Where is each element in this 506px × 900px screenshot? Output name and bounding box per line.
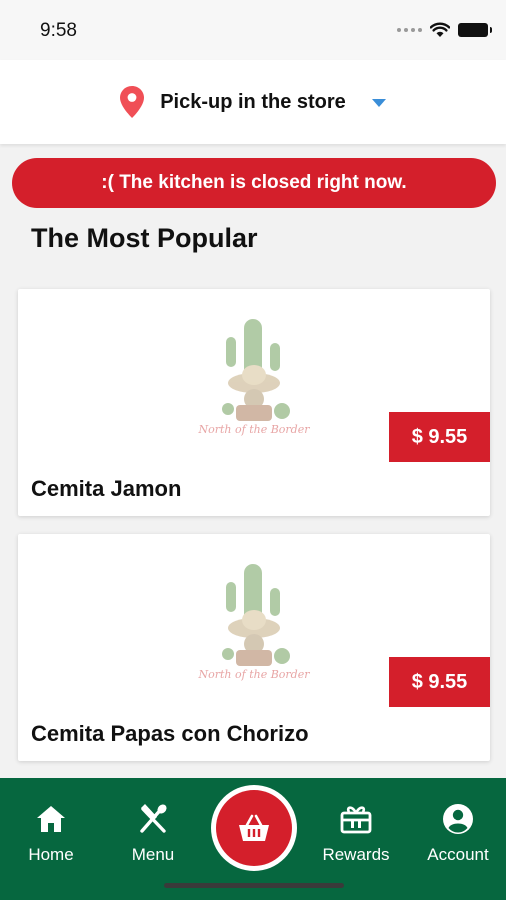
home-indicator [164, 883, 344, 888]
product-card[interactable]: North of the Border $ 9.55 Cemita Papas … [18, 534, 490, 761]
product-card[interactable]: North of the Border $ 9.55 Cemita Jamon [18, 289, 490, 516]
product-name: Cemita Jamon [31, 476, 182, 501]
price-badge: $ 9.55 [389, 657, 490, 707]
kitchen-closed-banner: :( The kitchen is closed right now. [12, 158, 496, 208]
nav-item-account[interactable]: Account [413, 802, 503, 872]
battery-icon [458, 23, 492, 37]
gift-icon [340, 806, 372, 834]
home-icon [37, 806, 65, 832]
location-pin-icon [120, 86, 145, 118]
pickup-location-label: Pick-up in the store [160, 90, 346, 113]
nav-item-home[interactable]: Home [6, 802, 96, 872]
pickup-location-selector[interactable]: Pick-up in the store [0, 60, 506, 144]
product-logo-image: North of the Border [198, 564, 311, 681]
section-title: The Most Popular [31, 223, 258, 253]
nav-label-account: Account [427, 845, 489, 864]
kitchen-closed-text: :( The kitchen is closed right now. [101, 172, 407, 193]
price-badge: $ 9.55 [389, 412, 490, 462]
nav-label-rewards: Rewards [322, 845, 390, 864]
nav-label-menu: Menu [131, 845, 175, 864]
status-icons [397, 22, 492, 38]
product-name: Cemita Papas con Chorizo [31, 721, 309, 746]
product-logo-caption: North of the Border [198, 668, 311, 681]
cart-button[interactable] [211, 785, 297, 871]
account-icon [443, 804, 473, 834]
product-logo-image: North of the Border [198, 319, 311, 436]
utensils-icon [140, 804, 167, 833]
nav-item-rewards[interactable]: Rewards [311, 802, 401, 872]
nav-label-home: Home [28, 845, 74, 864]
basket-icon [239, 814, 269, 841]
signal-icon [397, 28, 422, 32]
status-time: 9:58 [40, 20, 77, 41]
product-logo-caption: North of the Border [198, 423, 311, 436]
nav-item-menu[interactable]: Menu [108, 802, 198, 872]
status-bar: 9:58 [0, 0, 506, 60]
wifi-icon [430, 22, 450, 37]
chevron-down-icon[interactable] [371, 99, 386, 107]
